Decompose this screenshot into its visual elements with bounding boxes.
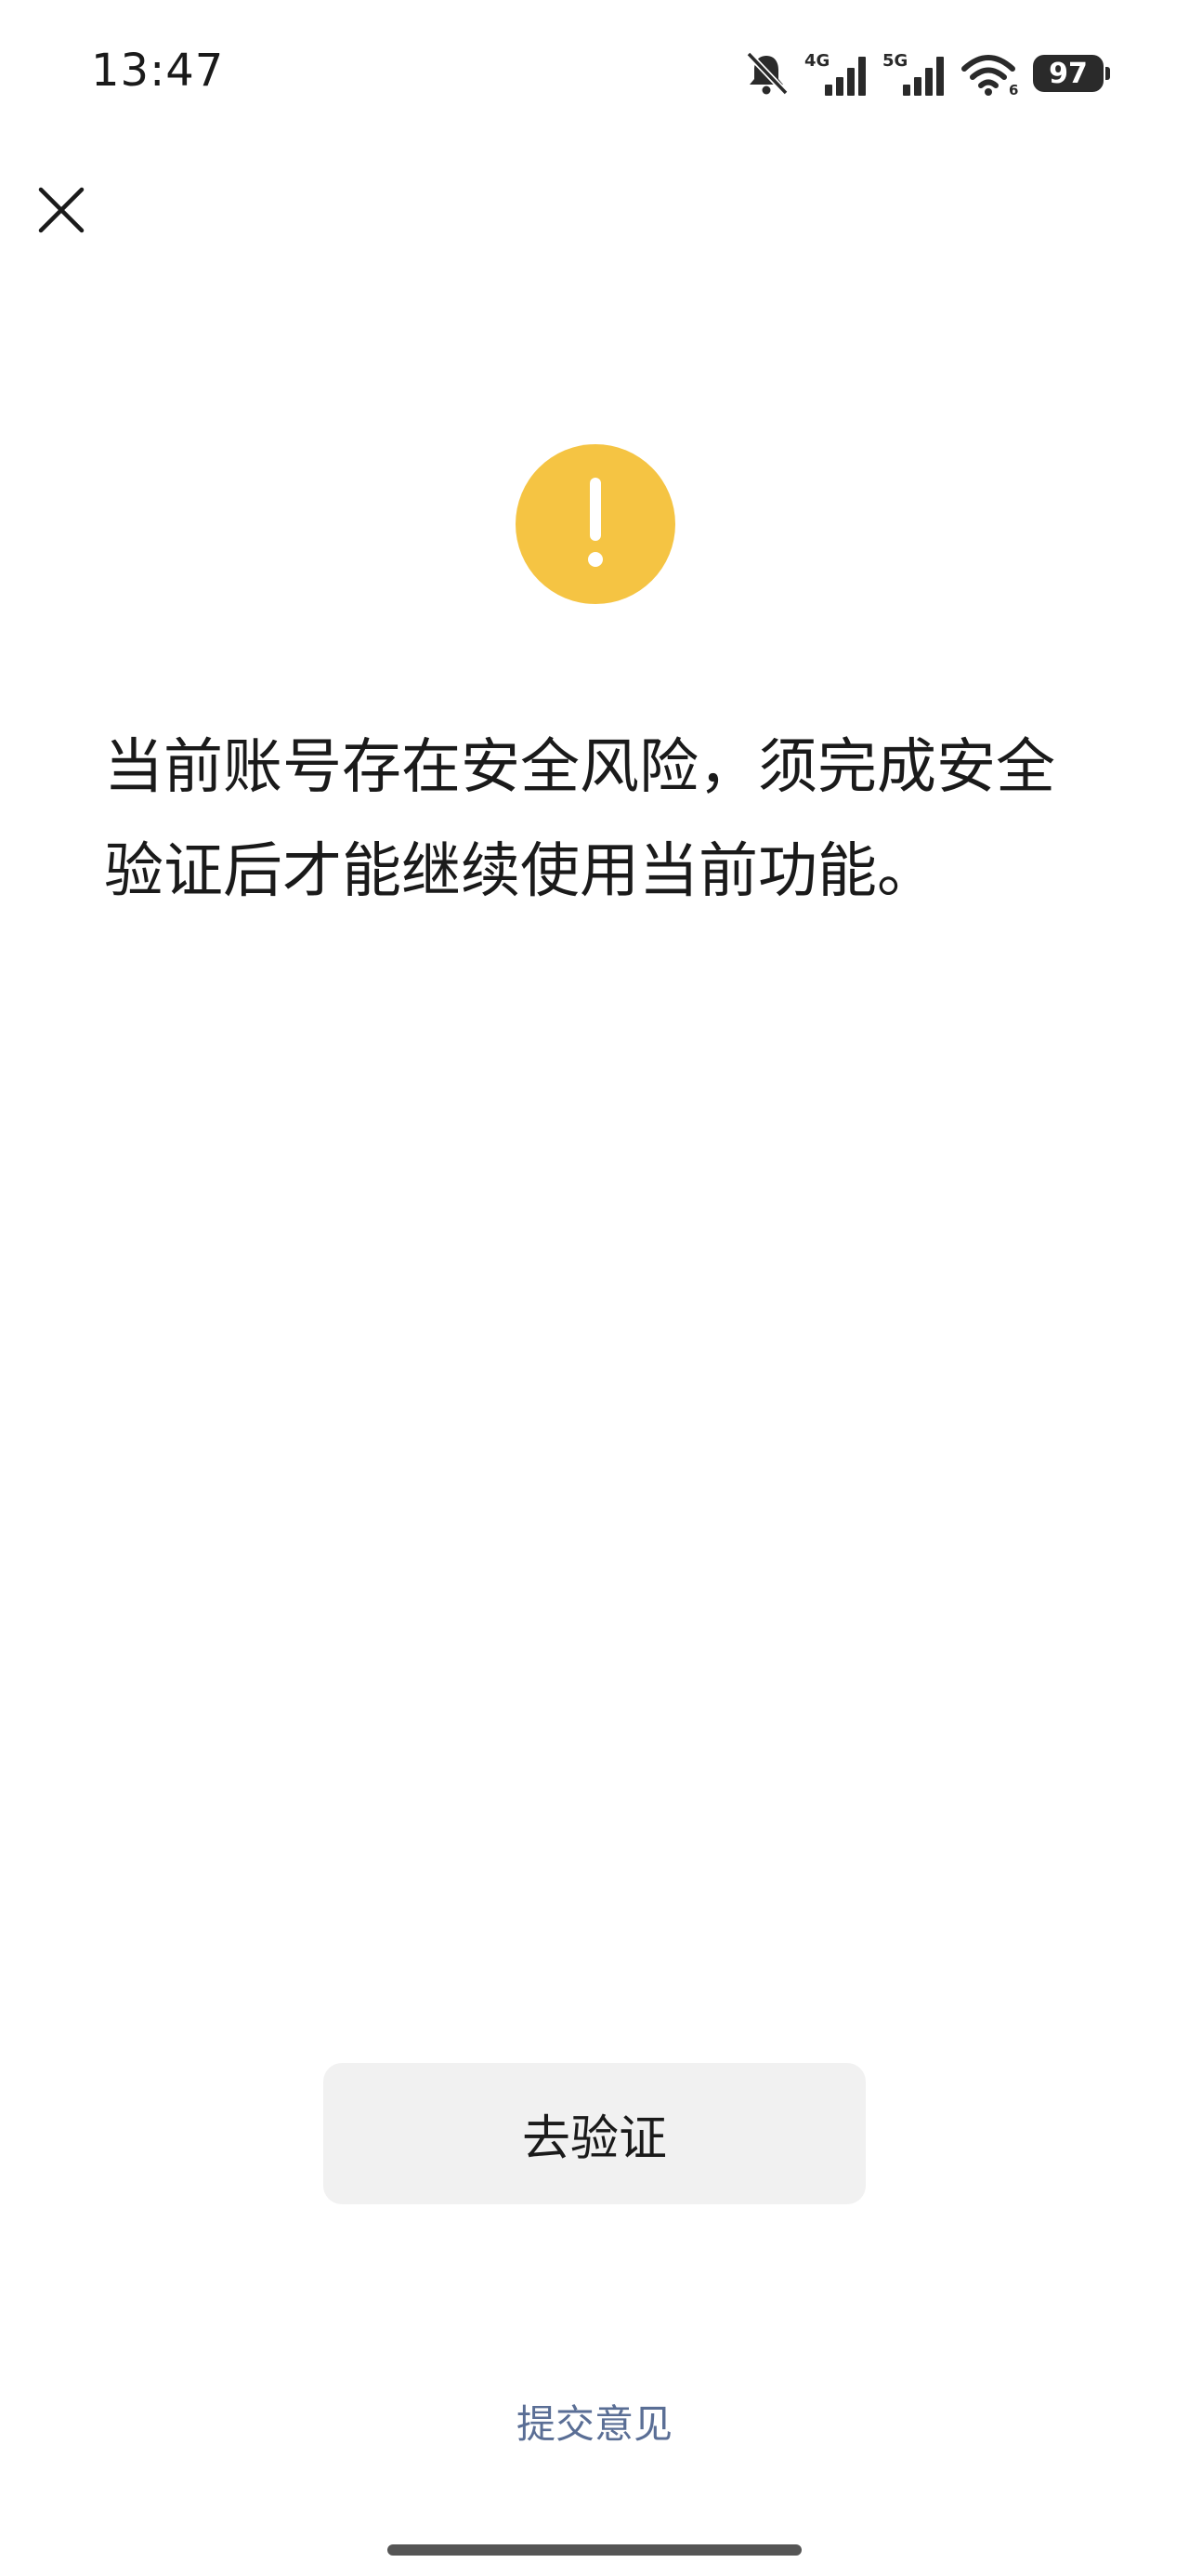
network-2-label: 5G bbox=[882, 51, 908, 71]
home-indicator[interactable] bbox=[387, 2544, 802, 2556]
wifi-icon: 6 bbox=[960, 50, 1020, 97]
security-risk-message: 当前账号存在安全风险，须完成安全验证后才能继续使用当前功能。 bbox=[104, 733, 1055, 906]
battery-level: 97 bbox=[1049, 57, 1088, 90]
close-icon bbox=[38, 187, 85, 233]
status-time: 13:47 bbox=[91, 45, 225, 97]
exclamation-icon bbox=[588, 478, 603, 567]
wifi-label: 6 bbox=[1009, 82, 1018, 97]
signal-4g-icon: 4G bbox=[804, 49, 869, 98]
battery-icon: 97 bbox=[1033, 55, 1110, 92]
status-bar: 13:47 4G 5G 6 97 bbox=[0, 0, 1189, 149]
mute-icon bbox=[741, 50, 791, 97]
network-1-label: 4G bbox=[804, 51, 830, 71]
signal-5g-icon: 5G bbox=[882, 49, 947, 98]
warning-icon bbox=[516, 444, 675, 604]
verify-button[interactable]: 去验证 bbox=[323, 2063, 866, 2204]
security-verification-screen: 13:47 4G 5G 6 97 当前账号存在安全风险，须完成安全验证后才能继续… bbox=[0, 0, 1189, 2576]
submit-feedback-link[interactable]: 提交意见 bbox=[0, 2393, 1189, 2450]
status-icons: 4G 5G 6 97 bbox=[741, 48, 1110, 99]
close-button[interactable] bbox=[33, 182, 89, 238]
